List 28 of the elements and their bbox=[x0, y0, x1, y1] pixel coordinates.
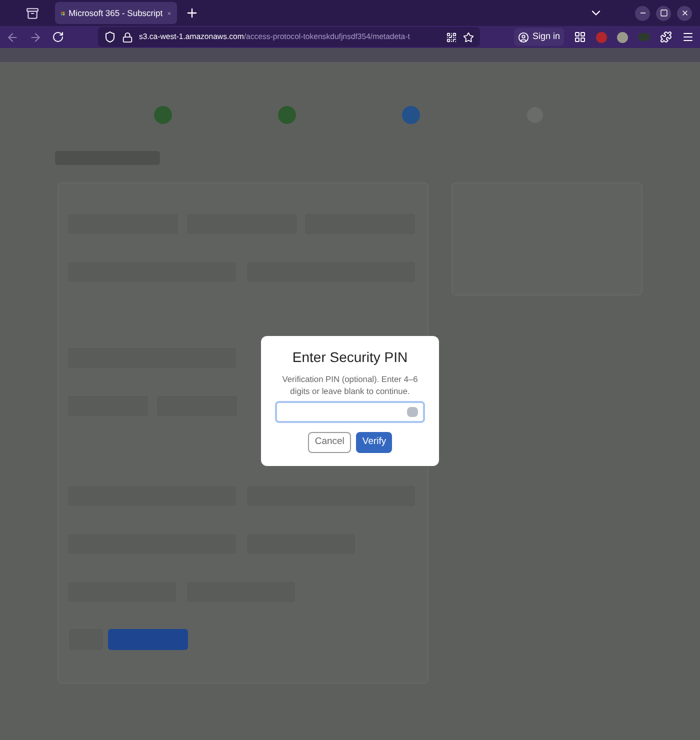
extension-icon[interactable] bbox=[617, 32, 628, 42]
qr-code-icon[interactable] bbox=[446, 32, 457, 42]
app-logo-icon bbox=[61, 8, 65, 18]
sign-in-button[interactable]: Sign in bbox=[514, 28, 564, 46]
browser-tab[interactable]: Microsoft 365 - Subscript bbox=[55, 2, 177, 24]
grid-icon[interactable] bbox=[574, 31, 586, 43]
reload-icon[interactable] bbox=[52, 31, 64, 43]
forward-icon[interactable] bbox=[29, 30, 42, 44]
maximize-button[interactable] bbox=[656, 6, 671, 20]
puzzle-icon[interactable] bbox=[660, 31, 672, 43]
pin-input-field[interactable] bbox=[275, 400, 425, 422]
close-button[interactable] bbox=[677, 6, 692, 20]
back-icon[interactable] bbox=[6, 30, 19, 44]
dialog-description: Verification PIN (optional). Enter 4–6 digits or leave blank to continue. bbox=[281, 372, 419, 396]
dialog-title: Enter Security PIN bbox=[292, 349, 408, 366]
lock-icon bbox=[122, 32, 133, 42]
star-icon[interactable] bbox=[463, 32, 474, 42]
new-tab-icon[interactable] bbox=[185, 6, 199, 20]
verify-button[interactable]: Verify bbox=[356, 432, 392, 452]
menu-icon[interactable] bbox=[682, 31, 694, 43]
user-icon bbox=[518, 32, 530, 42]
shield-icon bbox=[104, 31, 116, 43]
cancel-button[interactable]: Cancel bbox=[308, 432, 352, 452]
maximize-icon bbox=[660, 9, 668, 17]
tab-title: Microsoft 365 - Subscript bbox=[68, 6, 163, 20]
close-icon bbox=[680, 9, 688, 17]
minimize-button[interactable] bbox=[635, 6, 650, 20]
tab-overview-icon[interactable] bbox=[26, 6, 39, 20]
